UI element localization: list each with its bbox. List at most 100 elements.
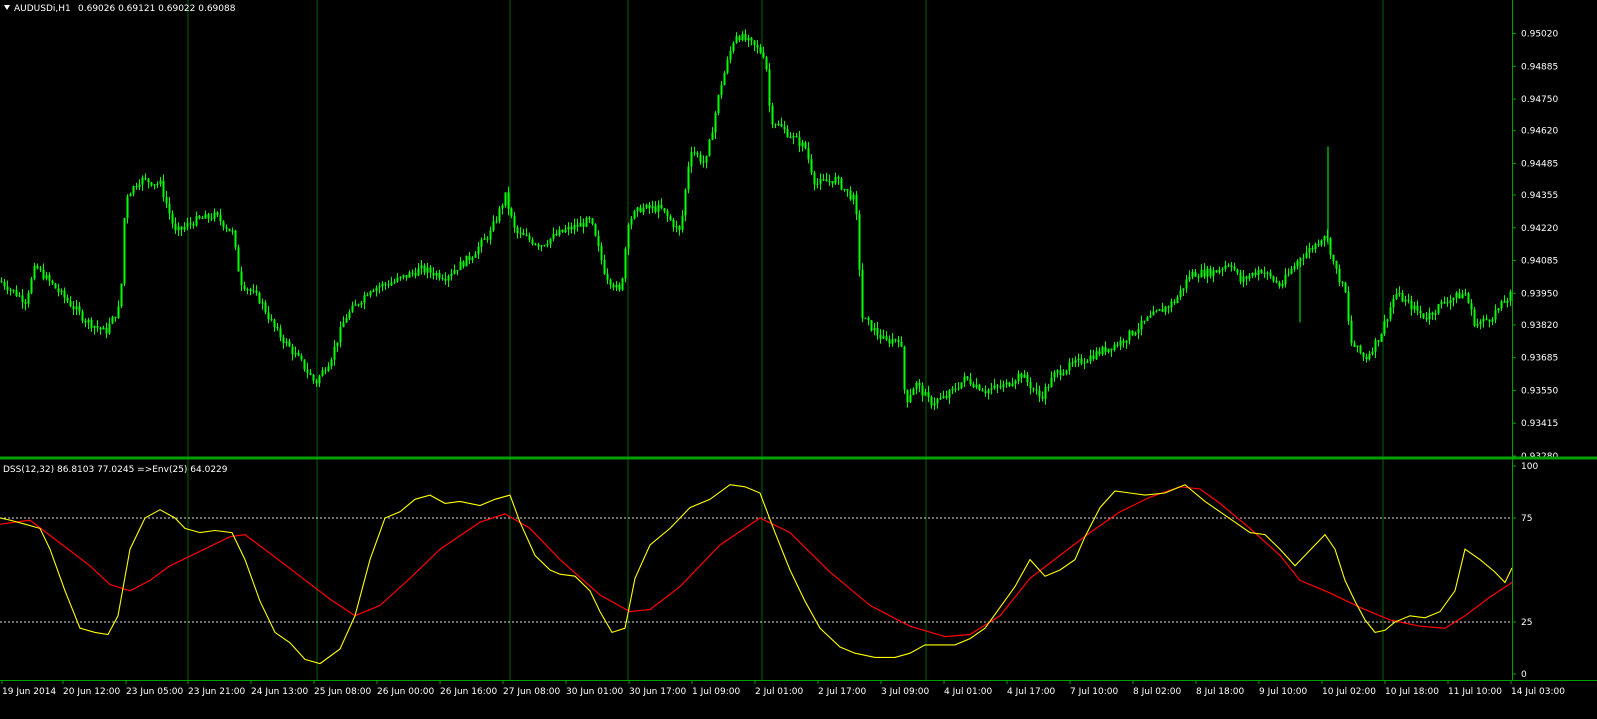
candle-body — [957, 388, 960, 390]
candle-body — [1119, 340, 1122, 346]
candle-body — [1350, 320, 1353, 344]
indicator-tick-label: 75 — [1521, 514, 1532, 524]
candle-body — [1266, 272, 1269, 274]
candle-body — [1272, 276, 1275, 281]
candle-body — [1221, 268, 1224, 270]
candle-body — [267, 312, 270, 320]
candle-body — [867, 317, 870, 321]
candle-body — [282, 337, 285, 344]
candle-body — [1455, 292, 1458, 298]
candle-body — [1263, 272, 1266, 274]
candle-body — [15, 289, 18, 296]
candle-body — [138, 184, 141, 188]
candle-body — [144, 177, 147, 179]
candle-body — [360, 302, 363, 305]
candle-body — [975, 384, 978, 388]
candle-body — [1077, 358, 1080, 361]
vertical-grid — [187, 0, 1384, 680]
candle-body — [1305, 252, 1308, 258]
candle-body — [1125, 340, 1128, 343]
candle-body — [1167, 306, 1170, 308]
candle-body — [75, 306, 78, 310]
candle-body — [402, 275, 405, 277]
time-tick-label: 20 Jun 12:00 — [63, 687, 120, 697]
candle-body — [1161, 309, 1164, 312]
candle-body — [327, 366, 330, 372]
candle-body — [1488, 319, 1491, 322]
candle-body — [1032, 388, 1035, 390]
candle-body — [198, 216, 201, 219]
candle-body — [21, 295, 24, 303]
candle-body — [1503, 301, 1506, 303]
candle-body — [804, 142, 807, 149]
candle-body — [714, 113, 717, 133]
price-tick-label: 0.93685 — [1521, 354, 1558, 364]
candle-body — [513, 215, 516, 228]
candle-body — [1050, 377, 1053, 387]
candle-body — [324, 370, 327, 372]
candle-body — [1395, 294, 1398, 299]
candle-body — [576, 224, 579, 227]
candle-body — [339, 327, 342, 343]
candle-body — [1002, 384, 1005, 388]
candle-body — [999, 386, 1002, 388]
candle-body — [1179, 290, 1182, 298]
candle-body — [135, 186, 138, 188]
candle-body — [1206, 268, 1209, 277]
candle-body — [729, 50, 732, 60]
candle-body — [963, 376, 966, 383]
candle-body — [1347, 292, 1350, 321]
candle-body — [180, 226, 183, 230]
candle-body — [123, 218, 126, 284]
candle-body — [1419, 310, 1422, 314]
candle-body — [1230, 265, 1233, 267]
candle-body — [1416, 305, 1419, 311]
candle-body — [540, 245, 543, 247]
candle-body — [1443, 301, 1446, 303]
price-tick-label: 0.94085 — [1521, 257, 1558, 267]
candle-body — [1200, 269, 1203, 278]
candle-body — [1158, 309, 1161, 311]
candle-body — [1044, 387, 1047, 399]
candle-body — [6, 286, 9, 291]
candle-body — [390, 282, 393, 286]
candle-body — [777, 124, 780, 126]
candle-body — [1320, 240, 1323, 245]
candle-body — [315, 380, 318, 384]
time-tick-label: 26 Jun 00:00 — [377, 687, 434, 697]
candle-body — [768, 69, 771, 106]
candle-body — [1092, 355, 1095, 360]
candle-body — [1215, 270, 1218, 273]
candle-body — [936, 399, 939, 404]
price-tick-label: 0.95020 — [1521, 30, 1558, 40]
candle-body — [285, 341, 288, 344]
candle-body — [1254, 272, 1257, 276]
candle-body — [900, 341, 903, 347]
candle-body — [1470, 303, 1473, 310]
candle-body — [1185, 279, 1188, 289]
candle-body — [891, 339, 894, 344]
indicator-tick-label: 100 — [1521, 462, 1538, 472]
candle-body — [621, 278, 624, 290]
candle-body — [591, 218, 594, 225]
candle-body — [219, 214, 222, 222]
candle-body — [588, 218, 591, 220]
candle-body — [387, 284, 390, 286]
candle-body — [876, 327, 879, 335]
candle-body — [414, 272, 417, 276]
candle-body — [1311, 247, 1314, 250]
candle-body — [1401, 292, 1404, 302]
candle-body — [66, 297, 69, 302]
candle-body — [525, 234, 528, 236]
candle-body — [1173, 301, 1176, 303]
candle-body — [63, 290, 66, 298]
candle-body — [1485, 318, 1488, 320]
candle-body — [858, 214, 861, 270]
candle-body — [1116, 344, 1119, 346]
time-tick-label: 10 Jul 02:00 — [1322, 687, 1376, 697]
candle-body — [117, 306, 120, 318]
candle-body — [354, 304, 357, 306]
candle-body — [801, 142, 804, 147]
candle-body — [1344, 282, 1347, 293]
candle-body — [648, 204, 651, 209]
